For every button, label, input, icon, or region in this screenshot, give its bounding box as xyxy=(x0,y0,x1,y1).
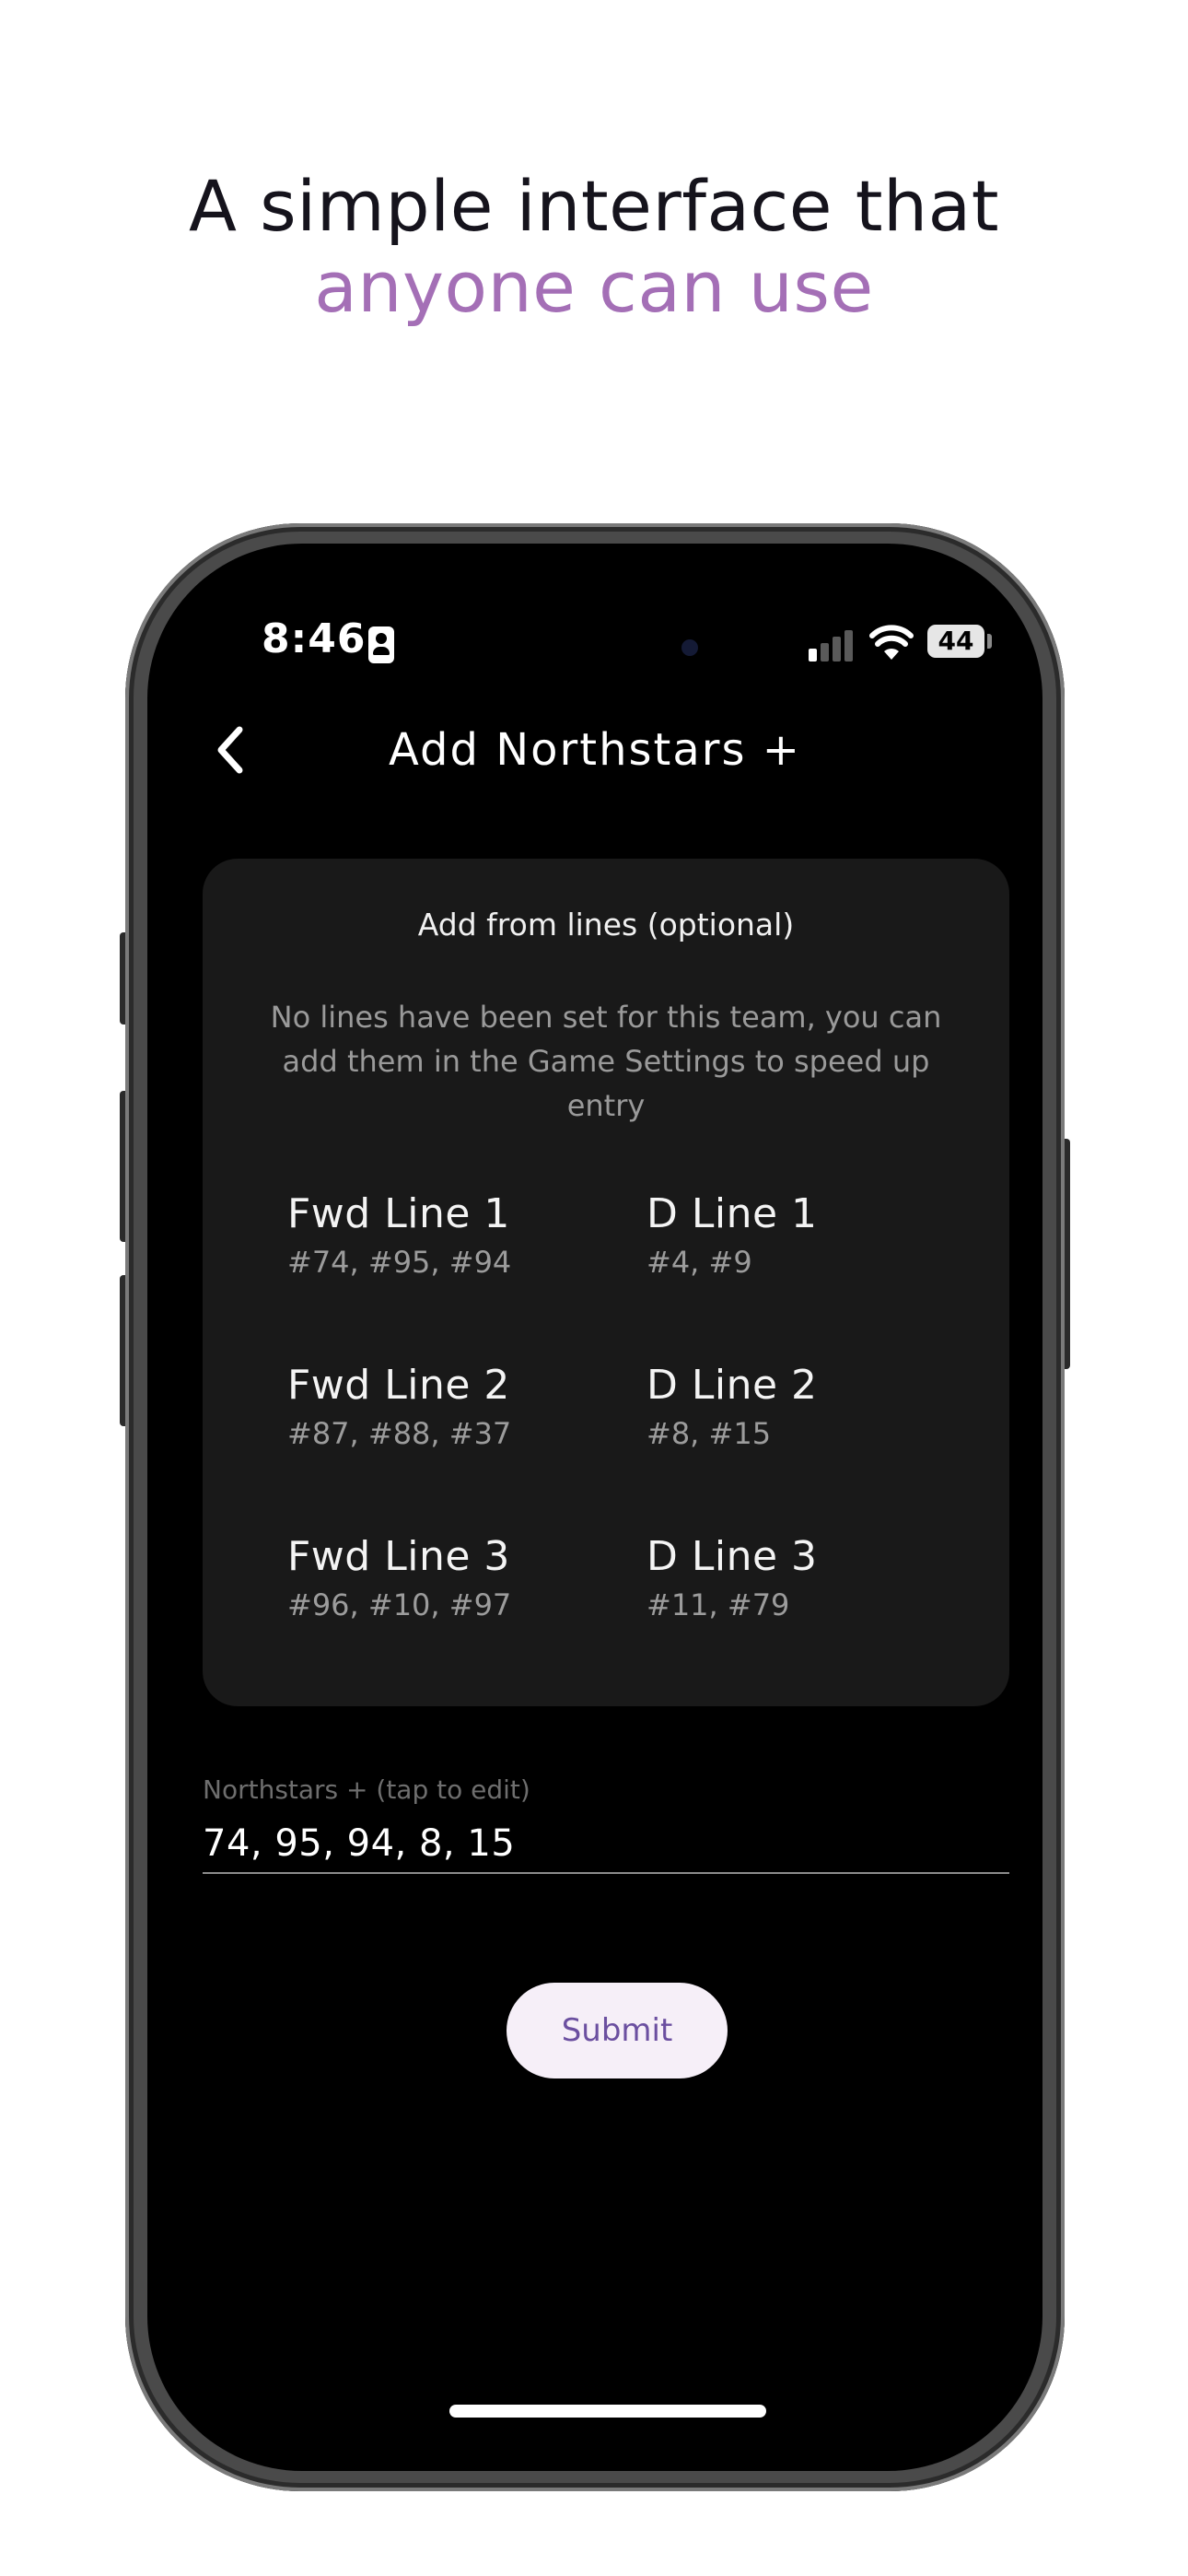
line-name: D Line 2 xyxy=(646,1362,818,1409)
signal-icon xyxy=(809,628,855,662)
phone-frame: 8:46 44 Add Northstars + Add from lines … xyxy=(125,523,1065,2491)
wifi-icon xyxy=(869,625,914,660)
line-name: Fwd Line 1 xyxy=(287,1190,510,1237)
battery-cap xyxy=(987,634,992,649)
home-indicator[interactable] xyxy=(449,2405,766,2418)
line-players: #11, #79 xyxy=(646,1587,790,1622)
northstars-input[interactable]: 74, 95, 94, 8, 15 xyxy=(203,1815,1009,1874)
line-players: #4, #9 xyxy=(646,1245,752,1280)
line-fwd-1[interactable]: Fwd Line 1 #74, #95, #94 xyxy=(287,1190,619,1281)
lines-card: Add from lines (optional) No lines have … xyxy=(203,859,1009,1706)
line-d-3[interactable]: D Line 3 #11, #79 xyxy=(646,1533,978,1623)
promo-headline: A simple interface that anyone can use xyxy=(0,166,1188,328)
line-players: #74, #95, #94 xyxy=(287,1245,512,1280)
battery-icon: 44 xyxy=(927,625,984,658)
headline-line-1: A simple interface that xyxy=(188,165,1000,247)
line-players: #96, #10, #97 xyxy=(287,1587,512,1622)
line-name: D Line 1 xyxy=(646,1190,818,1237)
headline-line-2: anyone can use xyxy=(314,246,874,328)
page-title: Add Northstars + xyxy=(389,724,801,776)
promo-page: A simple interface that anyone can use 8… xyxy=(0,0,1188,2576)
contact-card-icon xyxy=(368,626,394,663)
line-name: Fwd Line 2 xyxy=(287,1362,510,1409)
status-time: 8:46 xyxy=(262,615,367,662)
line-d-1[interactable]: D Line 1 #4, #9 xyxy=(646,1190,978,1281)
phone-screen: 8:46 44 Add Northstars + Add from lines … xyxy=(147,544,1042,2471)
submit-button[interactable]: Submit xyxy=(507,1983,728,2078)
line-players: #87, #88, #37 xyxy=(287,1416,512,1451)
line-name: Fwd Line 3 xyxy=(287,1533,510,1580)
line-players: #8, #15 xyxy=(646,1416,772,1451)
line-fwd-3[interactable]: Fwd Line 3 #96, #10, #97 xyxy=(287,1533,619,1623)
northstars-field-label: Northstars + (tap to edit) xyxy=(203,1774,530,1805)
line-name: D Line 3 xyxy=(646,1533,818,1580)
card-title: Add from lines (optional) xyxy=(417,907,795,943)
line-d-2[interactable]: D Line 2 #8, #15 xyxy=(646,1362,978,1452)
line-fwd-2[interactable]: Fwd Line 2 #87, #88, #37 xyxy=(287,1362,619,1452)
front-camera xyxy=(681,639,698,656)
card-note: No lines have been set for this team, yo… xyxy=(270,1000,942,1123)
